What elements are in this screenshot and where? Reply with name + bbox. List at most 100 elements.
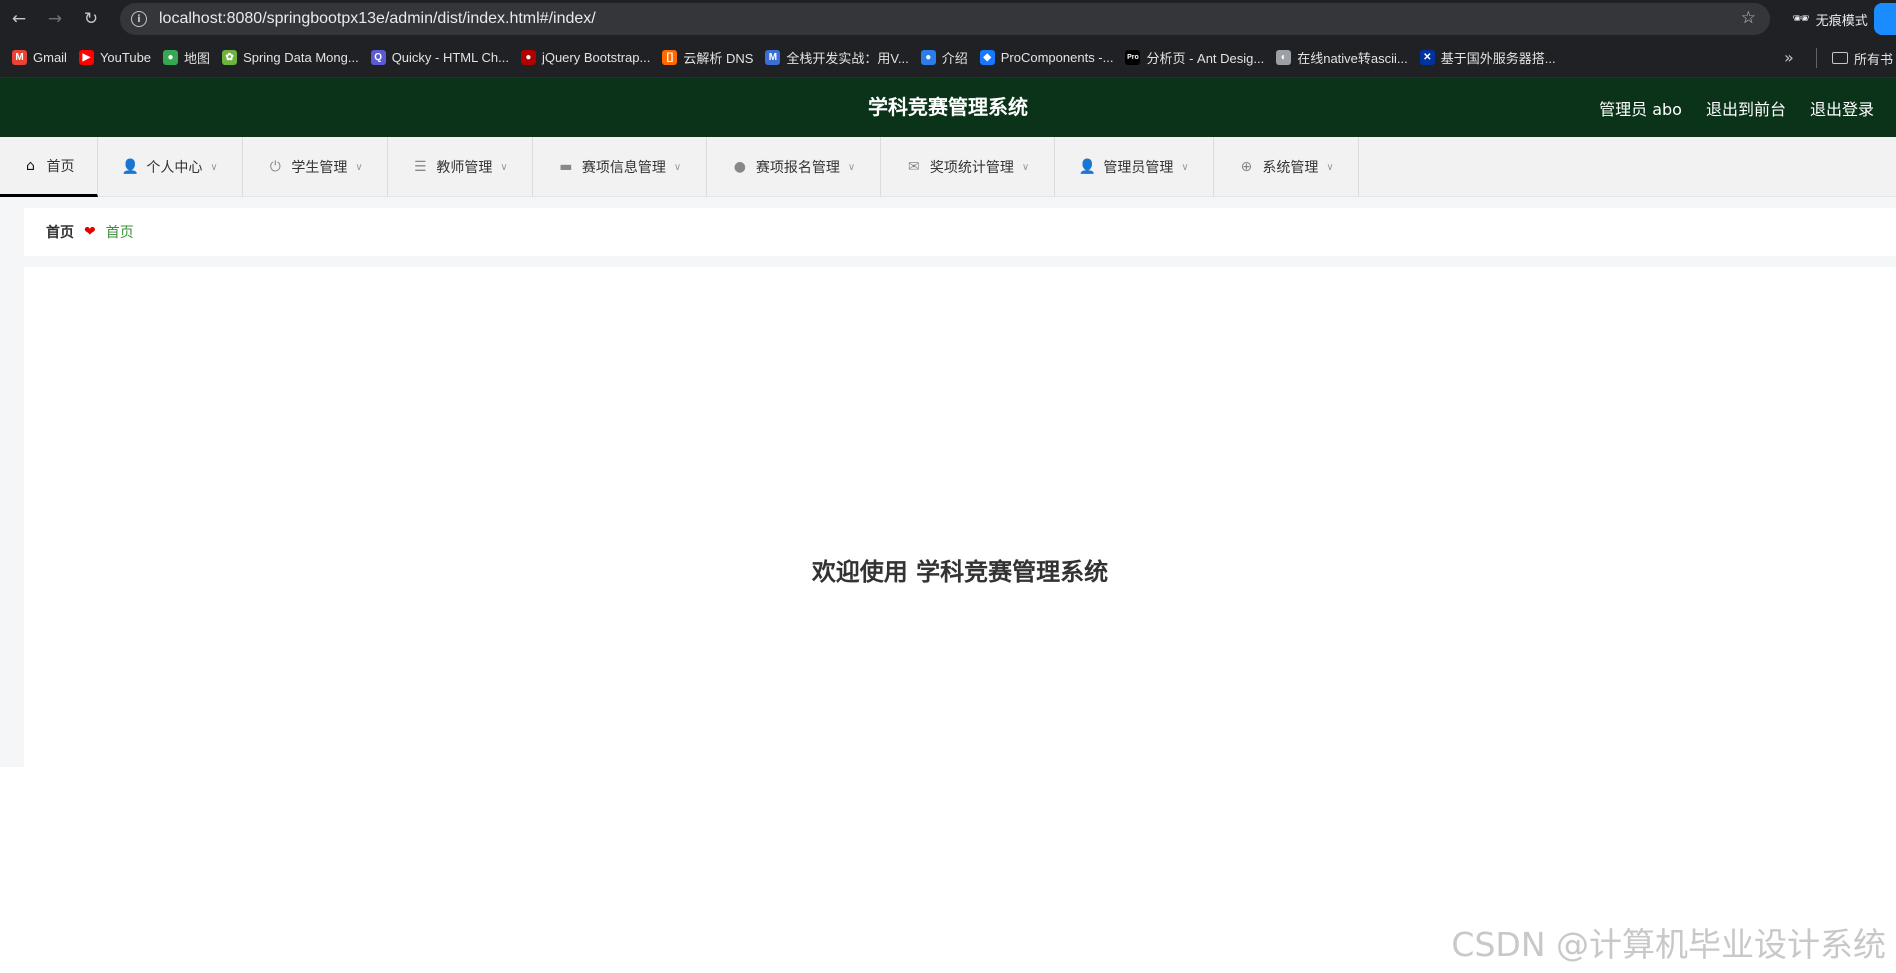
incognito-icon: 🕶 bbox=[1792, 11, 1810, 27]
quicky-icon: Q bbox=[370, 50, 386, 65]
site-info-icon[interactable]: i bbox=[131, 11, 147, 27]
wallet-icon: ▬ bbox=[559, 159, 573, 175]
back-arrow-icon[interactable]: ← bbox=[2, 2, 36, 36]
main-menu: ⌂ 首页 👤 个人中心 ∨ ⏻ 学生管理 ∨ ☰ 教师管理 ∨ ▬ 赛项信息管理 ∨ ● 赛项报名管理 ∨ ✉ 奖项… bbox=[0, 137, 1896, 197]
menu-item-label: 教师管理 bbox=[436, 160, 493, 176]
maps-icon: ● bbox=[163, 50, 179, 65]
bookmark-item[interactable]: ✿ Spring Data Mong... bbox=[222, 50, 359, 65]
menu-item-item[interactable]: ● 赛项报名管理 ∨ bbox=[707, 137, 881, 197]
bookmark-item[interactable]: ✕ 基于国外服务器搭... bbox=[1419, 48, 1556, 67]
bookmarks-overflow-icon[interactable]: » bbox=[1784, 48, 1794, 67]
admin-user-icon: 👤 bbox=[1078, 159, 1097, 175]
menu-item-label: 赛项报名管理 bbox=[755, 160, 840, 176]
menu-item-label: 系统管理 bbox=[1262, 160, 1319, 176]
chevron-down-icon: ∨ bbox=[1021, 161, 1030, 173]
menu-item-label: 奖项统计管理 bbox=[929, 160, 1014, 176]
spring-icon: ✿ bbox=[222, 50, 238, 65]
m-icon: M bbox=[765, 50, 781, 65]
globe-icon: ◐ bbox=[1276, 50, 1292, 65]
bookmark-item[interactable]: ▶ YouTube bbox=[78, 50, 152, 65]
bookmark-item[interactable]: ◐ 在线native转ascii... bbox=[1276, 48, 1408, 67]
bookmark-item[interactable]: Q Quicky - HTML Ch... bbox=[370, 50, 509, 65]
breadcrumb-home[interactable]: 首页 bbox=[46, 222, 74, 242]
back-to-frontend-link[interactable]: 退出到前台 bbox=[1706, 96, 1786, 120]
bookmark-label: 全栈开发实战：用V... bbox=[786, 51, 909, 66]
menu-item-label: 管理员管理 bbox=[1103, 160, 1174, 176]
main-panel: 欢迎使用 学科竞赛管理系统 bbox=[24, 267, 1896, 767]
crosshair-icon: ⊕ bbox=[1240, 159, 1253, 175]
incognito-label: 无痕模式 bbox=[1815, 13, 1868, 29]
extension-icon[interactable] bbox=[1874, 3, 1896, 35]
address-bar[interactable]: i localhost:8080/springbootpx13e/admin/d… bbox=[120, 3, 1770, 35]
bookmark-item[interactable]: ● 介绍 bbox=[920, 48, 968, 67]
bookmark-label: Quicky - HTML Ch... bbox=[391, 50, 509, 65]
menu-item-item[interactable]: ▬ 赛项信息管理 ∨ bbox=[533, 137, 707, 197]
flag-icon: ✕ bbox=[1419, 50, 1435, 65]
bookmarks-divider bbox=[1816, 48, 1817, 68]
home-icon: ⌂ bbox=[26, 157, 35, 174]
menu-item-label: 个人中心 bbox=[146, 160, 203, 176]
all-bookmarks-label: 所有书 bbox=[1854, 52, 1894, 68]
chevron-down-icon: ∨ bbox=[500, 161, 508, 173]
procomponents-icon: ◆ bbox=[979, 50, 995, 65]
breadcrumb: 首页 ❤ 首页 bbox=[24, 208, 1896, 256]
bookmark-label: 云解析 DNS bbox=[683, 51, 754, 66]
bookmark-label: Gmail bbox=[33, 50, 67, 65]
bookmark-item[interactable]: M 全栈开发实战：用V... bbox=[765, 48, 909, 67]
bookmark-label: 基于国外服务器搭... bbox=[1440, 51, 1556, 66]
welcome-heading: 欢迎使用 学科竞赛管理系统 bbox=[811, 558, 1109, 586]
menu-item-item[interactable]: ☰ 教师管理 ∨ bbox=[388, 137, 533, 197]
browser-toolbar: ← → ↻ i localhost:8080/springbootpx13e/a… bbox=[0, 0, 1896, 38]
chevron-down-icon: ∨ bbox=[1181, 161, 1189, 173]
menu-item-item[interactable]: ✉ 奖项统计管理 ∨ bbox=[881, 137, 1055, 197]
bookmark-item[interactable]: Pro 分析页 - Ant Desig... bbox=[1125, 48, 1264, 67]
sliders-icon: ☰ bbox=[414, 159, 427, 175]
menu-item-label: 学生管理 bbox=[291, 160, 348, 176]
bookmark-item[interactable]: ● 地图 bbox=[163, 48, 210, 67]
menu-item-item[interactable]: ⊕ 系统管理 ∨ bbox=[1214, 137, 1359, 197]
chevron-down-icon: ∨ bbox=[673, 161, 682, 173]
menu-item-home[interactable]: ⌂ 首页 bbox=[0, 137, 98, 197]
bookmark-label: 分析页 - Ant Desig... bbox=[1146, 51, 1265, 66]
bookmark-label: jQuery Bootstrap... bbox=[541, 50, 651, 65]
user-icon: 👤 bbox=[121, 159, 140, 175]
menu-item-label: 赛项信息管理 bbox=[581, 160, 666, 176]
menu-item-item[interactable]: ⏻ 学生管理 ∨ bbox=[243, 137, 388, 197]
bookmark-label: 地图 bbox=[184, 51, 211, 66]
app-header: 学科竞赛管理系统 管理员 abo 退出到前台 退出登录 bbox=[0, 78, 1896, 137]
bookmarks-bar: M Gmail ▶ YouTube ● 地图 ✿ Spring Data Mong... Q Qu… bbox=[0, 38, 1896, 78]
reload-icon[interactable]: ↻ bbox=[74, 2, 108, 36]
menu-item-item[interactable]: 👤 个人中心 ∨ bbox=[98, 137, 243, 197]
bookmark-item[interactable]: M Gmail bbox=[12, 50, 67, 65]
bookmark-label: 在线native转ascii... bbox=[1297, 51, 1408, 66]
bookmark-item[interactable]: ◆ ProComponents -... bbox=[979, 50, 1114, 65]
chevron-down-icon: ∨ bbox=[1326, 161, 1334, 173]
url-text[interactable]: localhost:8080/springbootpx13e/admin/dis… bbox=[159, 10, 596, 28]
balloon-icon: ● bbox=[733, 159, 746, 175]
jquery-icon: ● bbox=[520, 50, 536, 65]
gmail-icon: M bbox=[12, 50, 27, 65]
youtube-icon: ▶ bbox=[78, 50, 94, 65]
mail-icon: ✉ bbox=[907, 159, 920, 175]
bookmark-item[interactable]: ● jQuery Bootstrap... bbox=[520, 50, 651, 65]
heart-icon: ❤ bbox=[84, 224, 96, 240]
intro-icon: ● bbox=[920, 50, 936, 65]
breadcrumb-current: 首页 bbox=[105, 225, 134, 241]
bookmark-label: 介绍 bbox=[941, 51, 968, 66]
header-links: 管理员 abo 退出到前台 退出登录 bbox=[1575, 78, 1874, 137]
chevron-down-icon: ∨ bbox=[355, 161, 363, 173]
pro-icon: Pro bbox=[1125, 50, 1141, 65]
logout-link[interactable]: 退出登录 bbox=[1810, 96, 1874, 120]
admin-user-label[interactable]: 管理员 abo bbox=[1599, 96, 1682, 120]
forward-arrow-icon[interactable]: → bbox=[38, 2, 72, 36]
all-bookmarks-button[interactable]: 所有书 bbox=[1832, 38, 1893, 78]
menu-item-label: 首页 bbox=[46, 158, 75, 175]
chevron-down-icon: ∨ bbox=[210, 161, 218, 173]
menu-item-item[interactable]: 👤 管理员管理 ∨ bbox=[1055, 137, 1214, 197]
folder-icon bbox=[1832, 52, 1848, 64]
bookmark-label: YouTube bbox=[99, 50, 152, 65]
bookmark-label: Spring Data Mong... bbox=[243, 50, 359, 65]
bookmark-star-icon[interactable]: ☆ bbox=[1741, 8, 1756, 28]
bookmark-item[interactable]: [] 云解析 DNS bbox=[662, 48, 753, 67]
bookmark-label: ProComponents -... bbox=[1000, 50, 1114, 65]
